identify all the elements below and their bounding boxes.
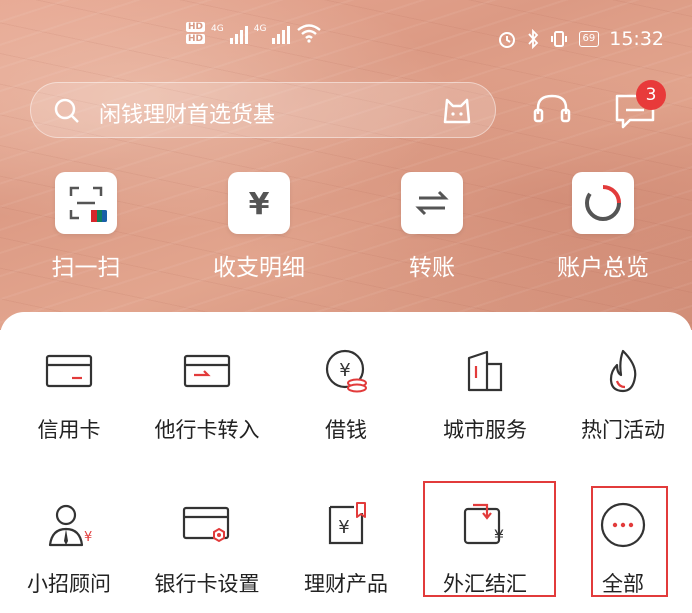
- quick-action-label: 收支明细: [213, 255, 305, 281]
- alarm-icon: [498, 32, 515, 48]
- service-card-settings[interactable]: 银行卡设置: [142, 490, 272, 598]
- service-label: 银行卡设置: [154, 572, 260, 596]
- transfer-icon: [401, 172, 463, 234]
- bluetooth-icon: [527, 29, 538, 49]
- city-service-icon: [467, 350, 503, 392]
- service-label: 理财产品: [304, 572, 388, 596]
- highlight-forex-settlement: [423, 481, 556, 597]
- quick-action-transfer[interactable]: 转账: [357, 172, 507, 282]
- message-badge: 3: [636, 80, 666, 110]
- service-label: 他行卡转入: [154, 418, 260, 442]
- service-credit-card[interactable]: 信用卡: [4, 336, 134, 444]
- service-label: 借钱: [325, 418, 367, 442]
- search-bar[interactable]: 闲钱理财首选货基: [30, 82, 496, 138]
- network-label-1: 4G: [211, 24, 224, 34]
- advisor-icon: ¥: [48, 504, 92, 547]
- credit-card-icon: [45, 354, 93, 388]
- service-wealth-products[interactable]: ¥ 理财产品: [281, 490, 411, 598]
- network-label-2: 4G: [253, 24, 267, 34]
- highlight-all: [591, 486, 668, 597]
- signal-icon: [229, 22, 248, 44]
- vibrate-icon: [550, 31, 567, 47]
- card-settings-icon: [182, 506, 230, 543]
- service-label: 热门活动: [581, 418, 665, 442]
- svg-text:¥: ¥: [338, 517, 349, 538]
- svg-text:¥: ¥: [339, 360, 350, 381]
- status-bar: HD HD 4G 4G 69 15:32: [0, 20, 692, 60]
- wifi-icon: [297, 24, 322, 43]
- wealth-product-icon: ¥: [328, 502, 366, 545]
- flame-icon: [609, 349, 637, 393]
- service-label: 小招顾问: [27, 572, 111, 596]
- svg-text:¥: ¥: [84, 530, 92, 545]
- hd-top-label: HD: [186, 22, 206, 32]
- hd-bottom-label: HD: [186, 34, 206, 44]
- search-placeholder: 闲钱理财首选货基: [99, 103, 276, 128]
- quick-action-label: 扫一扫: [51, 255, 121, 281]
- hd-indicator: HD HD: [186, 22, 206, 44]
- quick-action-label: 转账: [409, 255, 455, 281]
- service-advisor[interactable]: ¥ 小招顾问: [4, 490, 134, 598]
- service-city[interactable]: 城市服务: [420, 336, 550, 444]
- signal-icon: [272, 22, 291, 44]
- quick-action-scan[interactable]: 扫一扫: [11, 172, 161, 282]
- service-label: 信用卡: [37, 418, 101, 442]
- service-hot-events[interactable]: 热门活动: [558, 336, 688, 444]
- quick-action-account-overview[interactable]: 账户总览: [528, 172, 678, 282]
- borrow-money-icon: ¥: [325, 349, 367, 393]
- quick-action-transactions[interactable]: ¥ 收支明细: [184, 172, 334, 282]
- yuan-icon: ¥: [228, 172, 290, 234]
- clock-time: 15:32: [609, 28, 664, 50]
- mascot-icon[interactable]: [441, 96, 473, 126]
- service-label: 城市服务: [443, 418, 527, 442]
- service-borrow[interactable]: ¥ 借钱: [281, 336, 411, 444]
- svg-text:¥: ¥: [249, 187, 270, 222]
- battery-level: 69: [578, 31, 600, 47]
- customer-service-icon[interactable]: [532, 92, 572, 128]
- account-overview-icon: [572, 172, 634, 234]
- search-icon: [54, 98, 79, 123]
- quick-action-label: 账户总览: [557, 255, 649, 281]
- scan-icon: [55, 172, 117, 234]
- service-card-transfer-in[interactable]: 他行卡转入: [142, 336, 272, 444]
- card-transfer-in-icon: [183, 354, 231, 388]
